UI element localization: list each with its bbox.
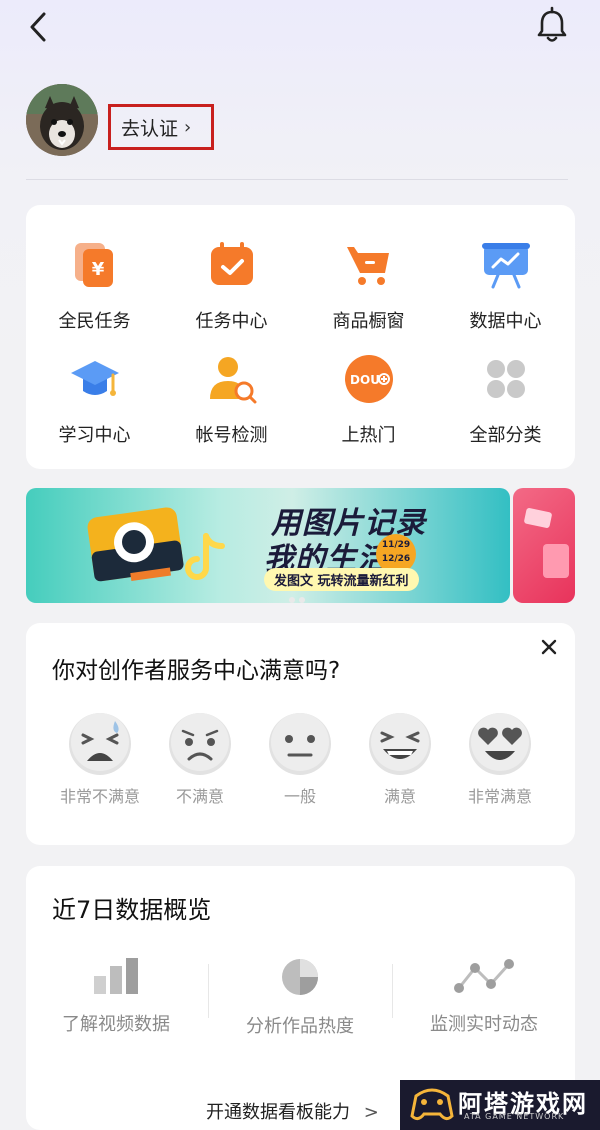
survey-title: 你对创作者服务中心满意吗? bbox=[52, 658, 341, 684]
dou-plus-icon: DOU bbox=[344, 355, 393, 403]
pie-chart-icon bbox=[282, 959, 318, 995]
tool-all-people-tasks[interactable]: ¥ 全民任务 bbox=[26, 239, 163, 349]
yuan-cards-icon: ¥ bbox=[74, 243, 113, 287]
heart-eyes-face-icon bbox=[469, 713, 531, 775]
open-dashboard-link[interactable]: 开通数据看板能力 > bbox=[206, 1098, 379, 1124]
divider bbox=[26, 179, 568, 180]
close-icon[interactable] bbox=[539, 637, 559, 657]
notification-bell-icon[interactable] bbox=[532, 6, 572, 46]
chevron-right-icon: › bbox=[184, 116, 192, 138]
tool-task-center[interactable]: 任务中心 bbox=[163, 239, 300, 349]
rating-neutral[interactable]: 一般 bbox=[250, 711, 350, 807]
promo-banner[interactable]: 用图片记录 我的生活 11/29 12/26 发图文 玩转流量新红利 bbox=[26, 488, 510, 603]
tool-learning-center[interactable]: 学习中心 bbox=[26, 353, 163, 463]
chevron-right-icon: > bbox=[363, 1102, 379, 1123]
tool-label: 任务中心 bbox=[195, 311, 268, 332]
tool-label: 学习中心 bbox=[58, 425, 131, 446]
satisfaction-survey-card: 你对创作者服务中心满意吗? 非常不满意 不满意 一般 满意 非常满意 bbox=[26, 623, 575, 845]
stat-label: 了解视频数据 bbox=[62, 1014, 170, 1035]
svg-text:DOU: DOU bbox=[350, 373, 380, 387]
neutral-face-icon bbox=[269, 713, 331, 775]
tools-card: ¥ 全民任务 任务中心 商品橱窗 数据中心 学习中心 帐号检测 DOU 上热门 … bbox=[26, 205, 575, 469]
tiktok-note-icon bbox=[185, 533, 225, 580]
grid-dots-icon bbox=[486, 360, 525, 398]
carousel-dots bbox=[289, 588, 309, 607]
rating-label: 一般 bbox=[283, 787, 316, 806]
stat-label: 分析作品热度 bbox=[246, 1016, 354, 1037]
banner-subtitle: 发图文 玩转流量新红利 bbox=[264, 568, 419, 591]
carousel-dot bbox=[299, 597, 305, 603]
laughing-face-icon bbox=[369, 713, 431, 775]
carousel-dot bbox=[289, 597, 295, 603]
back-arrow-icon[interactable] bbox=[22, 10, 56, 44]
sad-face-icon bbox=[169, 713, 231, 775]
gamepad-logo-icon bbox=[410, 1088, 454, 1121]
tool-all-categories[interactable]: 全部分类 bbox=[437, 353, 574, 463]
bar-chart-icon bbox=[94, 958, 138, 994]
tool-data-center[interactable]: 数据中心 bbox=[437, 239, 574, 349]
line-trend-icon bbox=[454, 959, 514, 993]
user-search-icon bbox=[209, 357, 256, 404]
top-bar bbox=[0, 0, 600, 60]
next-banner-preview[interactable] bbox=[513, 488, 575, 603]
stats-title: 近7日数据概览 bbox=[52, 896, 212, 924]
tool-trending[interactable]: DOU 上热门 bbox=[300, 353, 437, 463]
open-dashboard-label: 开通数据看板能力 bbox=[206, 1102, 350, 1123]
tool-label: 商品橱窗 bbox=[332, 311, 405, 332]
shopping-cart-icon bbox=[346, 247, 389, 285]
calendar-check-icon bbox=[210, 242, 253, 285]
verify-link[interactable]: 去认证 › bbox=[108, 104, 214, 150]
stat-video-data[interactable]: 了解视频数据 bbox=[26, 956, 206, 1036]
tool-label: 帐号检测 bbox=[195, 425, 268, 446]
stat-label: 监测实时动态 bbox=[430, 1014, 538, 1035]
stat-realtime-trends[interactable]: 监测实时动态 bbox=[394, 956, 574, 1036]
rating-label: 非常不满意 bbox=[59, 787, 140, 806]
graduation-cap-icon bbox=[70, 361, 119, 396]
divider bbox=[208, 964, 209, 1018]
rating-very-satisfied[interactable]: 非常满意 bbox=[450, 711, 550, 807]
stat-work-heat[interactable]: 分析作品热度 bbox=[210, 956, 390, 1038]
tool-label: 全部分类 bbox=[469, 425, 542, 446]
tool-account-check[interactable]: 帐号检测 bbox=[163, 353, 300, 463]
date-badge-top: 11/29 bbox=[381, 540, 411, 550]
tool-product-window[interactable]: 商品橱窗 bbox=[300, 239, 437, 349]
avatar[interactable] bbox=[26, 84, 98, 156]
profile-section: 去认证 › bbox=[0, 80, 600, 180]
watermark-sub: ATA GAME NETWORK bbox=[464, 1112, 565, 1121]
date-badge-bottom: 12/26 bbox=[381, 554, 411, 564]
rating-very-dissatisfied[interactable]: 非常不满意 bbox=[50, 711, 150, 807]
divider bbox=[392, 964, 393, 1018]
rating-label: 满意 bbox=[383, 787, 416, 806]
rating-satisfied[interactable]: 满意 bbox=[350, 711, 450, 807]
tool-label: 上热门 bbox=[341, 425, 396, 446]
svg-text:¥: ¥ bbox=[91, 259, 104, 280]
tool-label: 全民任务 bbox=[58, 311, 131, 332]
rating-dissatisfied[interactable]: 不满意 bbox=[150, 711, 250, 807]
very-sad-face-icon bbox=[69, 713, 131, 775]
presentation-board-icon bbox=[481, 243, 530, 289]
banner-preview-art bbox=[524, 508, 569, 578]
site-watermark: 阿塔游戏网 ATA GAME NETWORK bbox=[400, 1080, 600, 1130]
tool-label: 数据中心 bbox=[469, 311, 542, 332]
verify-label: 去认证 bbox=[121, 117, 179, 140]
rating-label: 不满意 bbox=[175, 787, 224, 806]
rating-label: 非常满意 bbox=[467, 787, 532, 806]
